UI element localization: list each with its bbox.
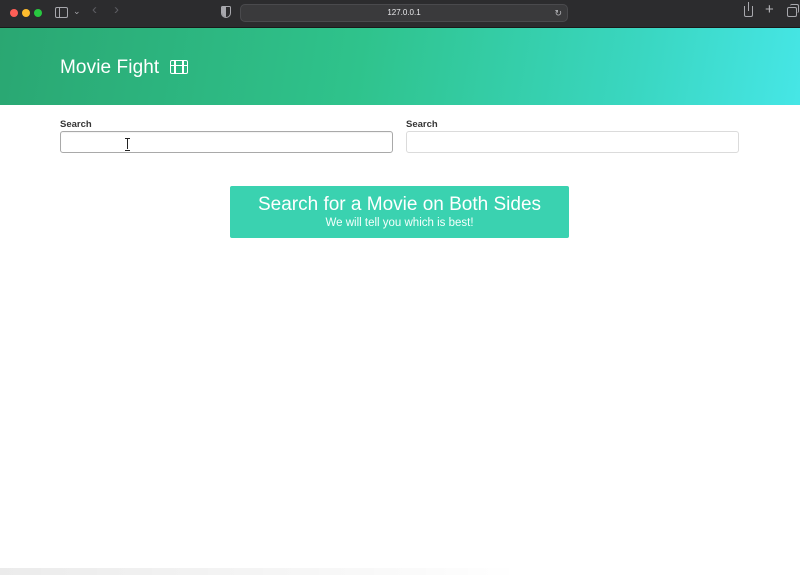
minimize-window-button[interactable] bbox=[22, 9, 30, 17]
browser-toolbar: ⌄ ‹ › 127.0.0.1 ↻ + bbox=[0, 0, 800, 28]
cta-subtitle: We will tell you which is best! bbox=[325, 217, 474, 229]
sidebar-toggle-icon[interactable] bbox=[55, 7, 68, 18]
zoom-window-button[interactable] bbox=[34, 9, 42, 17]
share-icon[interactable] bbox=[744, 2, 753, 17]
forward-arrow-icon[interactable]: › bbox=[114, 2, 119, 17]
left-search-label: Search bbox=[60, 119, 92, 130]
page-title: Movie Fight bbox=[60, 57, 160, 78]
address-bar[interactable]: 127.0.0.1 ↻ bbox=[240, 4, 568, 22]
right-search-label: Search bbox=[406, 119, 438, 130]
window-bottom-edge bbox=[0, 568, 520, 575]
right-search-input[interactable] bbox=[406, 131, 739, 153]
hero-header: Movie Fight bbox=[0, 28, 800, 105]
search-prompt-banner: Search for a Movie on Both Sides We will… bbox=[230, 186, 569, 238]
privacy-shield-icon[interactable] bbox=[221, 6, 231, 18]
left-search-input[interactable] bbox=[60, 131, 393, 153]
text-cursor-icon bbox=[125, 138, 130, 151]
cta-title: Search for a Movie on Both Sides bbox=[257, 194, 542, 215]
back-arrow-icon[interactable]: ‹ bbox=[92, 2, 97, 17]
close-window-button[interactable] bbox=[10, 9, 18, 17]
url-text: 127.0.0.1 bbox=[387, 8, 421, 17]
reload-icon[interactable]: ↻ bbox=[554, 5, 562, 21]
chevron-down-icon[interactable]: ⌄ bbox=[73, 6, 81, 17]
film-icon bbox=[170, 60, 188, 74]
new-tab-icon[interactable]: + bbox=[765, 2, 774, 17]
tab-overview-icon[interactable] bbox=[787, 4, 799, 17]
